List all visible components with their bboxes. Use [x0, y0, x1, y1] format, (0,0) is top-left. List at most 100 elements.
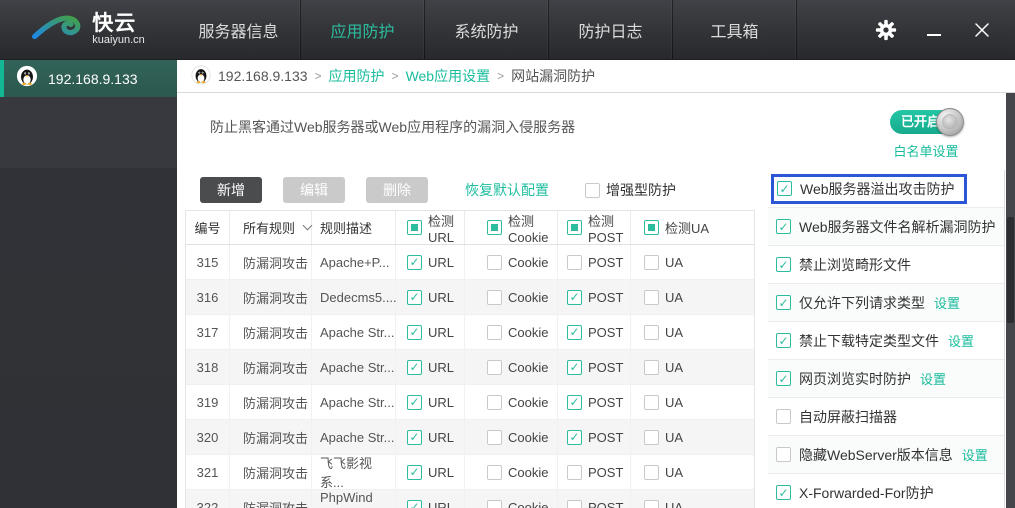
header-rules-filter-dropdown[interactable]: 所有规则: [230, 211, 313, 244]
rule-desc-cell: Apache+P...: [312, 245, 396, 279]
checkbox-checked[interactable]: [776, 257, 791, 272]
checkbox-checked[interactable]: [776, 295, 791, 310]
checkbox-unchecked[interactable]: [644, 394, 659, 410]
minimize-icon[interactable]: [923, 19, 945, 41]
add-rule-button[interactable]: 新增: [200, 177, 262, 203]
check-all-post-checkbox[interactable]: [567, 220, 582, 235]
table-row[interactable]: 316 防漏洞攻击 Dedecms5.... URL Cookie POST UA: [186, 280, 754, 315]
edit-rule-button[interactable]: 编辑: [283, 177, 345, 203]
nav-toolbox[interactable]: 工具箱: [673, 0, 797, 59]
table-row[interactable]: 320 防漏洞攻击 Apache Str... URL Cookie POST UA: [186, 420, 754, 455]
close-icon[interactable]: [971, 19, 993, 41]
rule-id-cell: 315: [186, 245, 230, 279]
rule-type-cell: 防漏洞攻击: [230, 245, 312, 279]
settings-link[interactable]: 设置: [962, 445, 988, 464]
protection-option-row[interactable]: 网页浏览实时防护设置: [768, 360, 1004, 398]
table-row[interactable]: 319 防漏洞攻击 Apache Str... URL Cookie POST UA: [186, 385, 754, 420]
protection-option-row[interactable]: 自动屏蔽扫描器: [768, 398, 1004, 436]
protection-option-row[interactable]: 禁止浏览畸形文件: [768, 246, 1004, 284]
checkbox-unchecked[interactable]: [644, 289, 659, 305]
nav-system-protection[interactable]: 系统防护: [425, 0, 549, 59]
check-post-label: POST: [588, 254, 624, 270]
rule-type: 防漏洞攻击: [243, 360, 309, 376]
checkbox-unchecked[interactable]: [487, 254, 502, 270]
table-row[interactable]: 322 防漏洞攻击 PhpWind后... URL Cookie POST UA: [186, 490, 754, 508]
checkbox-checked[interactable]: [567, 289, 582, 305]
checkbox-checked[interactable]: [777, 181, 792, 196]
table-row[interactable]: 318 防漏洞攻击 Apache Str... URL Cookie POST UA: [186, 350, 754, 385]
check-all-url-checkbox[interactable]: [407, 220, 422, 235]
check-all-ua-checkbox[interactable]: [644, 220, 659, 235]
checkbox-checked[interactable]: [567, 429, 582, 445]
checkbox-checked[interactable]: [407, 464, 422, 480]
whitelist-settings-link[interactable]: 白名单设置: [890, 141, 962, 160]
protection-option-row[interactable]: 仅允许下列请求类型设置: [768, 284, 1004, 322]
checkbox-unchecked[interactable]: [487, 499, 502, 508]
page-description: 防止黑客通过Web服务器或Web应用程序的漏洞入侵服务器: [210, 119, 576, 135]
check-url-cell: URL: [396, 280, 465, 314]
checkbox-checked[interactable]: [776, 485, 791, 500]
checkbox-checked[interactable]: [776, 333, 791, 348]
breadcrumb-web-app-settings[interactable]: Web应用设置: [406, 66, 491, 86]
check-all-cookie-checkbox[interactable]: [487, 220, 502, 235]
rule-desc-cell: Dedecms5....: [312, 280, 397, 314]
option-content: X-Forwarded-For防护: [776, 483, 934, 503]
checkbox-unchecked[interactable]: [644, 359, 659, 375]
checkbox-unchecked[interactable]: [567, 254, 582, 270]
restore-defaults-link[interactable]: 恢复默认配置: [465, 180, 549, 200]
checkbox-unchecked[interactable]: [487, 289, 502, 305]
enhanced-protection-option[interactable]: 增强型防护: [585, 180, 676, 200]
nav-app-protection[interactable]: 应用防护: [301, 0, 425, 59]
checkbox-checked[interactable]: [407, 429, 422, 445]
checkbox-unchecked[interactable]: [644, 324, 659, 340]
checkbox-unchecked[interactable]: [487, 394, 502, 410]
checkbox-unchecked[interactable]: [644, 254, 659, 270]
checkbox-checked[interactable]: [567, 324, 582, 340]
delete-rule-button[interactable]: 删除: [366, 177, 428, 203]
gear-icon[interactable]: [875, 19, 897, 41]
settings-link[interactable]: 设置: [948, 331, 974, 350]
checkbox-unchecked[interactable]: [487, 359, 502, 375]
checkbox-unchecked[interactable]: [487, 429, 502, 445]
scrollbar-thumb[interactable]: [1007, 217, 1014, 323]
checkbox-checked[interactable]: [776, 219, 791, 234]
checkbox-unchecked[interactable]: [567, 464, 582, 480]
checkbox-checked[interactable]: [407, 394, 422, 410]
enhanced-protection-checkbox[interactable]: [585, 182, 600, 198]
nav-protection-log[interactable]: 防护日志: [549, 0, 673, 59]
settings-link[interactable]: 设置: [934, 293, 960, 312]
breadcrumb-app-protection[interactable]: 应用防护: [329, 66, 385, 86]
checkbox-unchecked[interactable]: [644, 499, 659, 508]
checkbox-checked[interactable]: [776, 371, 791, 386]
checkbox-unchecked[interactable]: [776, 447, 791, 462]
protection-toggle[interactable]: 已开启: [890, 108, 964, 136]
sidebar-item-server[interactable]: 192.168.9.133: [0, 60, 177, 97]
checkbox-unchecked[interactable]: [487, 464, 502, 480]
checkbox-unchecked[interactable]: [487, 324, 502, 340]
toggle-knob[interactable]: [936, 108, 964, 136]
checkbox-checked[interactable]: [567, 359, 582, 375]
table-row[interactable]: 317 防漏洞攻击 Apache Str... URL Cookie POST UA: [186, 315, 754, 350]
check-ua-label: UA: [665, 464, 684, 480]
settings-link[interactable]: 设置: [920, 369, 946, 388]
checkbox-checked[interactable]: [407, 324, 422, 340]
check-ua-label: UA: [665, 394, 684, 410]
vertical-scrollbar[interactable]: [1006, 93, 1015, 508]
checkbox-unchecked[interactable]: [776, 409, 791, 424]
protection-option-row[interactable]: Web服务器文件名解析漏洞防护: [768, 208, 1004, 246]
checkbox-unchecked[interactable]: [567, 499, 582, 508]
checkbox-checked[interactable]: [407, 289, 422, 305]
checkbox-unchecked[interactable]: [644, 429, 659, 445]
checkbox-checked[interactable]: [407, 499, 422, 508]
protection-option-row[interactable]: 隐藏WebServer版本信息 设置: [768, 436, 1004, 474]
table-row[interactable]: 315 防漏洞攻击 Apache+P... URL Cookie POST UA: [186, 245, 754, 280]
checkbox-checked[interactable]: [567, 394, 582, 410]
protection-option-row[interactable]: X-Forwarded-For防护: [768, 474, 1004, 508]
checkbox-unchecked[interactable]: [644, 464, 659, 480]
checkbox-checked[interactable]: [407, 359, 422, 375]
nav-server-info[interactable]: 服务器信息: [177, 0, 301, 59]
checkbox-checked[interactable]: [407, 254, 422, 270]
protection-option-row[interactable]: Web服务器溢出攻击防护: [768, 170, 1004, 208]
table-row[interactable]: 321 防漏洞攻击飞飞影视系... URL Cookie POST UA: [186, 455, 754, 490]
protection-option-row[interactable]: 禁止下载特定类型文件设置: [768, 322, 1004, 360]
